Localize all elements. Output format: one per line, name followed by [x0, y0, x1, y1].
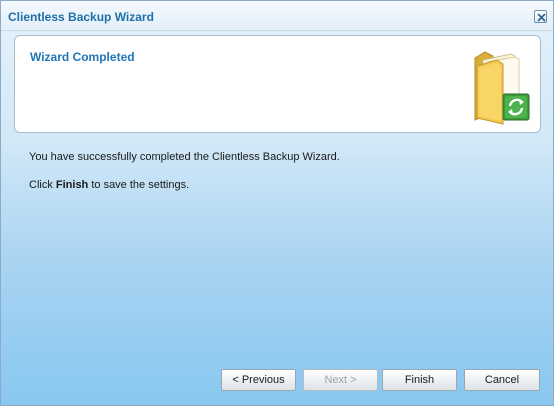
- instruction-suffix: to save the settings.: [88, 179, 190, 191]
- completion-message: You have successfully completed the Clie…: [29, 151, 340, 163]
- wizard-window: Clientless Backup Wizard Wizard Complete…: [0, 0, 554, 406]
- close-button[interactable]: [534, 10, 547, 23]
- finish-instruction: Click Finish to save the settings.: [29, 179, 189, 191]
- instruction-finish-word: Finish: [55, 179, 89, 191]
- header-panel: Wizard Completed: [14, 35, 541, 133]
- finish-button[interactable]: Finish: [382, 369, 457, 391]
- title-bar: Clientless Backup Wizard: [1, 1, 553, 31]
- close-icon: [537, 13, 546, 22]
- next-button[interactable]: Next >: [303, 369, 378, 391]
- folder-sync-icon: [474, 51, 530, 125]
- cancel-button[interactable]: Cancel: [464, 369, 540, 391]
- window-title: Clientless Backup Wizard: [8, 10, 154, 24]
- instruction-prefix: Click: [29, 179, 56, 191]
- previous-button[interactable]: < Previous: [221, 369, 296, 391]
- header-title: Wizard Completed: [30, 50, 135, 64]
